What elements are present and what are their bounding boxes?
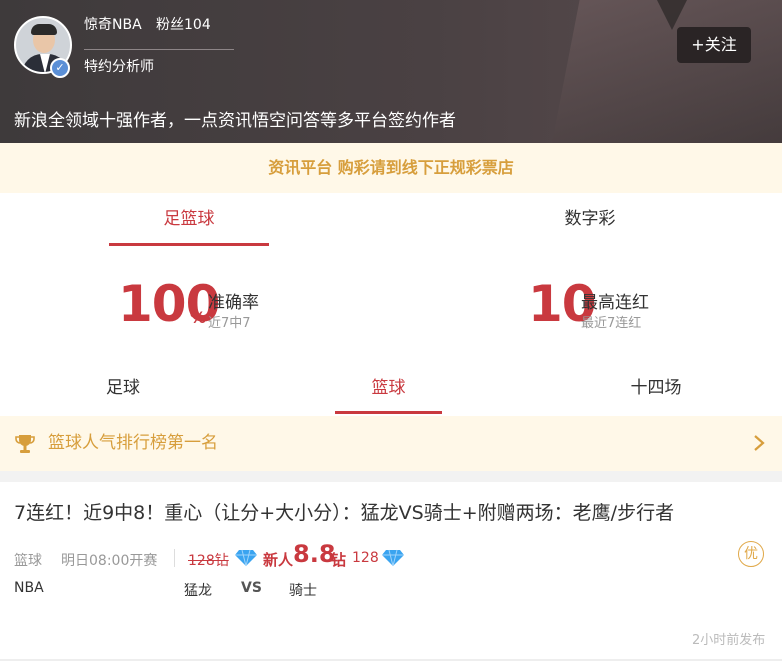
accuracy-label: 准确率 <box>208 293 259 313</box>
tab-number-lottery[interactable]: 数字彩 <box>510 196 670 246</box>
author-role: 特约分析师 <box>84 59 154 75</box>
section-divider <box>0 471 782 482</box>
league: NBA <box>14 580 44 596</box>
author-header: ✓ 惊奇NBA 粉丝104 特约分析师 +关注 新浪全领域十强作者，一点资讯悟空… <box>0 0 782 143</box>
tab-fourteen-matches[interactable]: 十四场 <box>606 368 706 414</box>
article-sport: 篮球 <box>14 553 42 569</box>
article-title[interactable]: 7连红！近9中8！重心（让分+大小分）：猛龙VS骑士+附赠两场：老鹰/步行者 <box>14 498 674 525</box>
home-team: 猛龙 <box>184 583 212 599</box>
divider <box>84 49 234 50</box>
premium-badge: 优 <box>738 541 764 567</box>
streak-label: 最高连红 <box>581 293 649 313</box>
tab-football[interactable]: 足球 <box>73 368 173 414</box>
trophy-icon <box>15 435 35 453</box>
rank-banner[interactable]: 篮球人气排行榜第一名 <box>0 416 782 471</box>
author-name[interactable]: 惊奇NBA <box>84 14 142 34</box>
vs-label: VS <box>241 580 262 596</box>
diamond-icon <box>235 549 257 567</box>
follow-button[interactable]: +关注 <box>677 27 751 63</box>
new-user-price: 8.8 <box>293 540 336 568</box>
verified-icon: ✓ <box>50 58 70 78</box>
article-time: 明日08:00开赛 <box>61 553 158 569</box>
tab-basketball[interactable]: 篮球 <box>335 368 442 414</box>
accuracy-sub: 近7中7 <box>208 316 251 331</box>
header-decoration <box>552 0 782 143</box>
accuracy-unit: % <box>190 308 207 327</box>
new-user-label: 新人 <box>263 551 294 569</box>
fans-count: 粉丝104 <box>156 17 211 33</box>
notice-banner: 资讯平台 购彩请到线下正规彩票店 <box>0 143 782 193</box>
tab-football-basketball[interactable]: 足篮球 <box>109 196 269 246</box>
author-intro: 新浪全领域十强作者，一点资讯悟空问答等多平台签约作者 <box>14 111 456 131</box>
current-price: 128 <box>352 550 379 566</box>
original-price: 128钻 <box>188 553 229 569</box>
new-user-price-unit: 钻 <box>331 551 347 569</box>
rank-text: 篮球人气排行榜第一名 <box>48 433 218 453</box>
meta-divider <box>174 549 175 567</box>
streak-sub: 最近7连红 <box>581 316 642 331</box>
chevron-right-icon <box>754 435 765 451</box>
diamond-icon <box>382 549 404 567</box>
away-team: 骑士 <box>289 583 317 599</box>
publish-time: 2小时前发布 <box>692 633 766 648</box>
